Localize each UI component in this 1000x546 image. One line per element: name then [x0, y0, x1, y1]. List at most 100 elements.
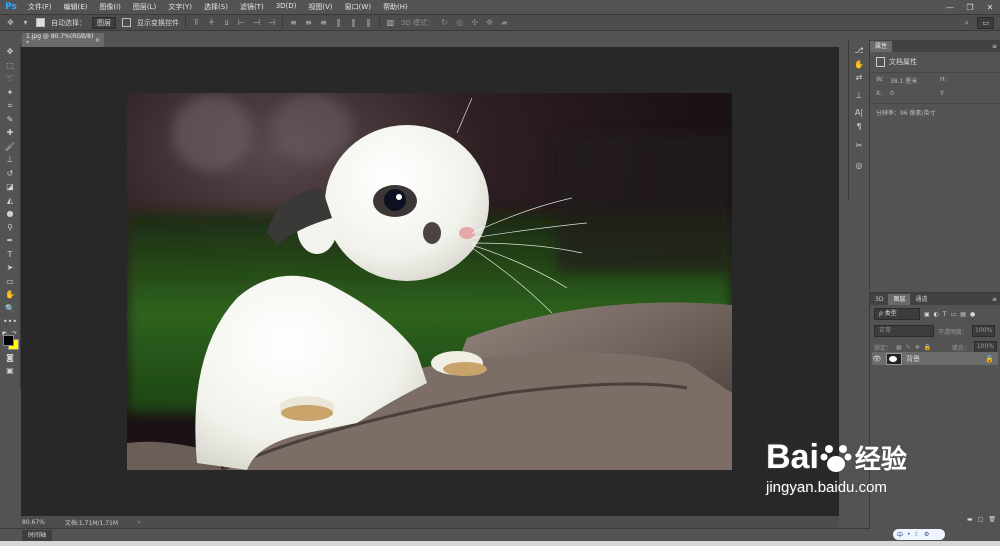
crop-tool-icon[interactable]: ⌗ [0, 99, 20, 113]
distribute-left-icon[interactable]: ‖ [334, 18, 343, 27]
type-tool-icon[interactable]: T [0, 248, 20, 262]
filter-smart-icon[interactable]: ▤ [960, 311, 966, 318]
menu-item[interactable]: 图层(L) [127, 2, 162, 12]
paragraph-panel-icon[interactable]: ¶ [849, 120, 869, 134]
lock-all-icon[interactable]: 🔒 [924, 344, 931, 351]
quick-mask-icon[interactable]: ◙ [0, 351, 20, 365]
menu-item[interactable]: 视图(V) [302, 2, 338, 12]
distribute-top-icon[interactable]: ≡ [289, 18, 298, 27]
menu-item[interactable]: 滤镜(T) [234, 2, 270, 12]
workspace-switcher-icon[interactable]: ▭ [977, 16, 994, 29]
menu-item[interactable]: 3D(D) [270, 2, 303, 12]
menu-item[interactable]: 文字(Y) [162, 2, 198, 12]
3d-slide-icon[interactable]: ✥ [485, 18, 494, 27]
character-panel-icon[interactable]: A| [849, 106, 869, 120]
magic-wand-tool-icon[interactable]: ✦ [0, 86, 20, 100]
ime-moon-icon[interactable]: ☾ [915, 531, 920, 538]
menu-item[interactable]: 文件(F) [22, 2, 58, 12]
dodge-tool-icon[interactable]: ⚲ [0, 221, 20, 235]
distribute-middle-icon[interactable]: ≡ [304, 18, 313, 27]
marquee-tool-icon[interactable]: ⬚ [0, 59, 20, 73]
zoom-tool-icon[interactable]: 🔍 [0, 302, 20, 316]
menu-item[interactable]: 选择(S) [198, 2, 234, 12]
distribute-center-icon[interactable]: ‖ [349, 18, 358, 27]
adjustments-icon[interactable]: ⇄ [849, 71, 869, 85]
healing-brush-tool-icon[interactable]: ✚ [0, 126, 20, 140]
move-tool-icon[interactable]: ✥ [6, 18, 15, 27]
tools-panel-icon[interactable]: ✂ [849, 139, 869, 153]
filter-pixel-icon[interactable]: ▣ [924, 311, 930, 318]
3d-roll-icon[interactable]: ◎ [455, 18, 464, 27]
opacity-input[interactable]: 100% [972, 325, 996, 337]
tool-presets-icon[interactable]: ✋ [849, 58, 869, 72]
restore-button[interactable]: ❐ [960, 0, 980, 14]
3d-rotate-icon[interactable]: ↻ [440, 18, 449, 27]
menu-item[interactable]: 帮助(H) [377, 2, 414, 12]
align-bottom-icon[interactable]: ⫫ [222, 18, 231, 27]
search-icon[interactable]: ⌕ [962, 18, 971, 27]
blur-tool-icon[interactable]: ● [0, 207, 20, 221]
ime-language[interactable]: 中 [897, 530, 903, 539]
screen-mode-icon[interactable]: ▣ [0, 364, 20, 378]
filter-adjustment-icon[interactable]: ◐ [934, 311, 939, 318]
clone-source-icon[interactable]: ⊥ [849, 89, 869, 103]
hand-tool-icon[interactable]: ✋ [0, 288, 20, 302]
delete-layer-icon[interactable]: 🗑 [988, 516, 996, 526]
auto-select-checkbox[interactable] [36, 18, 45, 27]
filter-toggle-icon[interactable]: ● [970, 311, 975, 318]
zoom-level[interactable]: 80.67% [22, 519, 45, 526]
lasso-tool-icon[interactable]: ➰ [0, 72, 20, 86]
filter-shape-icon[interactable]: ▭ [951, 311, 957, 318]
close-button[interactable]: ✕ [980, 0, 1000, 14]
w-value[interactable]: 38.1 厘米 [890, 76, 940, 85]
align-right-icon[interactable]: ⊣ [267, 18, 276, 27]
timeline-tab[interactable]: 时间轴 [22, 530, 53, 541]
minimize-button[interactable]: — [940, 0, 960, 14]
path-selection-tool-icon[interactable]: ➤ [0, 261, 20, 275]
more-tools-icon[interactable]: ••• [0, 315, 20, 329]
3d-drag-icon[interactable]: ✣ [470, 18, 479, 27]
distribute-right-icon[interactable]: ‖ [364, 18, 373, 27]
brush-tool-icon[interactable]: 🖌 [0, 140, 20, 154]
auto-align-icon[interactable]: ▥ [386, 18, 395, 27]
history-brush-tool-icon[interactable]: ↺ [0, 167, 20, 181]
eyedropper-tool-icon[interactable]: ✎ [0, 113, 20, 127]
paint-bucket-tool-icon[interactable]: ◭ [0, 194, 20, 208]
document-tab[interactable]: 1.jpg @ 80.7%(RGB/8) * × [22, 33, 104, 47]
rectangle-tool-icon[interactable]: ▭ [0, 275, 20, 289]
clone-stamp-tool-icon[interactable]: ⊥ [0, 153, 20, 167]
layer-name[interactable]: 背景 [906, 354, 920, 364]
auto-select-dropdown[interactable]: 图层 [92, 16, 116, 29]
3d-scale-icon[interactable]: ▰ [500, 18, 509, 27]
tab-layers[interactable]: 图层 [888, 293, 911, 305]
distribute-bottom-icon[interactable]: ≡ [319, 18, 328, 27]
align-left-icon[interactable]: ⊢ [237, 18, 246, 27]
foreground-color-swatch[interactable] [3, 334, 14, 346]
menu-item[interactable]: 窗口(W) [339, 2, 377, 12]
blend-mode-dropdown[interactable]: 正常 [874, 325, 934, 337]
ime-settings-icon[interactable]: ⚙ [924, 531, 929, 538]
status-menu-arrow[interactable]: › [138, 519, 140, 526]
move-tool-icon[interactable]: ✥ [0, 45, 20, 59]
tab-properties[interactable]: 属性 [870, 40, 893, 52]
bunny-photo[interactable] [127, 93, 732, 470]
ime-punct-icon[interactable]: • [907, 531, 911, 538]
new-group-icon[interactable]: ▬ [967, 516, 973, 526]
tab-3d[interactable]: 3D [870, 294, 888, 305]
menu-item[interactable]: 图像(I) [93, 2, 127, 12]
history-panel-icon[interactable]: ⎇ [849, 44, 869, 58]
kind-filter-dropdown[interactable]: ρ 类型 [874, 308, 920, 320]
chevron-down-icon[interactable]: ▾ [21, 18, 30, 27]
visibility-eye-icon[interactable]: 👁 [872, 355, 882, 363]
pen-tool-icon[interactable]: ✒ [0, 234, 20, 248]
menu-item[interactable]: 编辑(E) [58, 2, 94, 12]
panel-menu-icon[interactable]: ≡ [992, 296, 997, 303]
show-transform-checkbox[interactable] [122, 18, 131, 27]
align-center-icon[interactable]: ⊣ [252, 18, 261, 27]
lock-pixels-icon[interactable]: ▦ [896, 344, 902, 351]
lock-paint-icon[interactable]: ✎ [906, 344, 911, 351]
align-top-icon[interactable]: ⫪ [192, 18, 201, 27]
x-value[interactable]: 0 [890, 90, 940, 97]
lock-position-icon[interactable]: ✥ [915, 344, 920, 351]
align-middle-icon[interactable]: ⫩ [207, 18, 216, 27]
